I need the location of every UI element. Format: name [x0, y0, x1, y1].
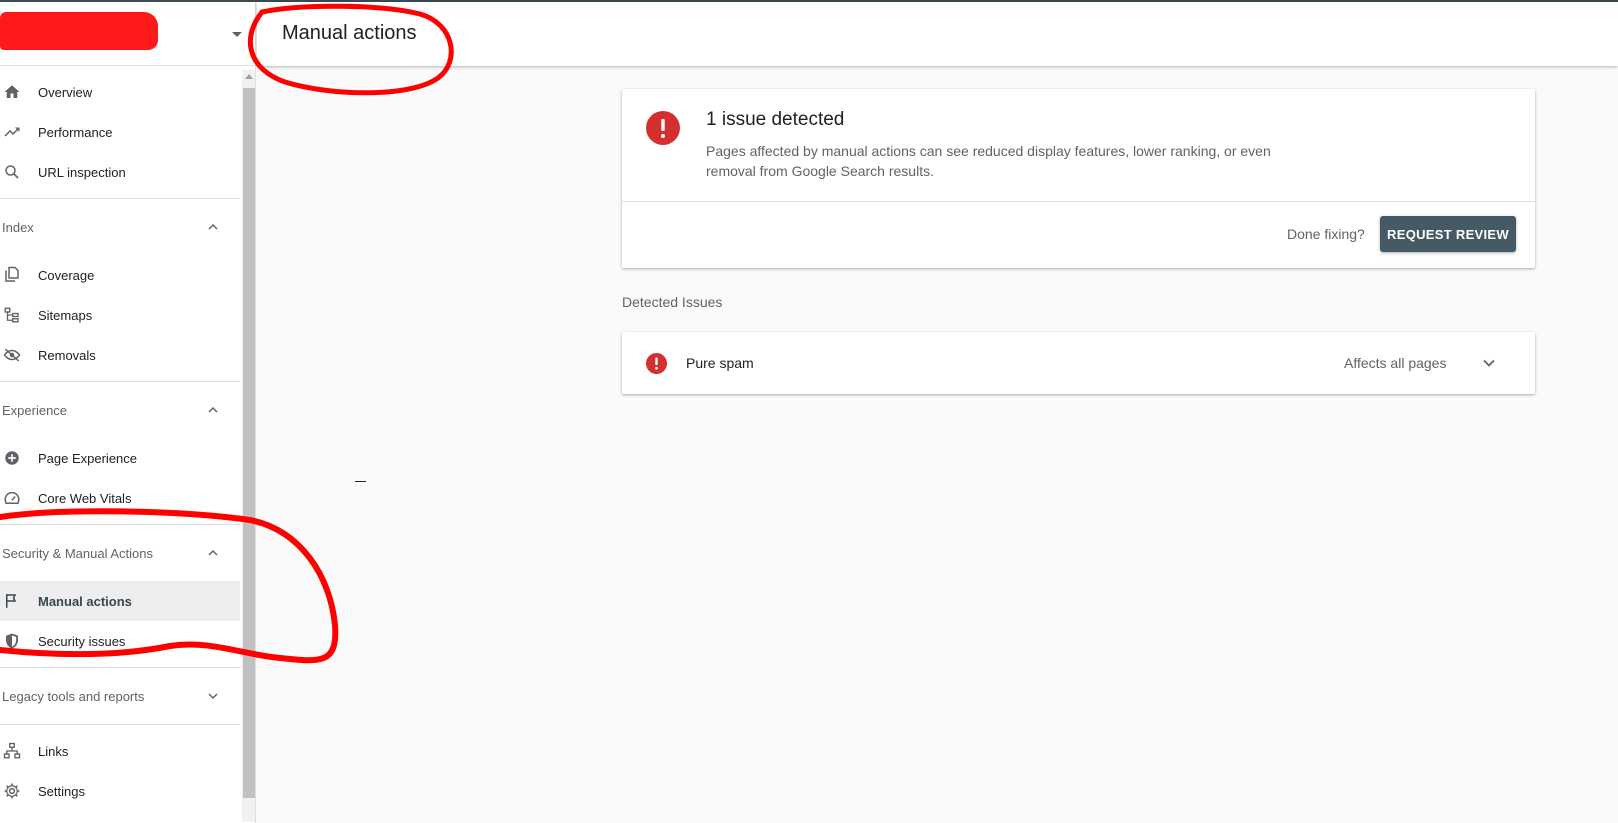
issue-actions: Done fixing? REQUEST REVIEW	[622, 202, 1535, 268]
dropdown-caret-icon[interactable]	[232, 32, 242, 37]
sidebar-item-settings[interactable]: Settings	[0, 771, 240, 811]
home-icon	[2, 82, 22, 102]
sidebar-item-performance[interactable]: Performance	[0, 112, 240, 152]
section-header-index[interactable]: Index	[0, 199, 240, 255]
sidebar: Overview Performance URL inspection Inde…	[0, 2, 256, 823]
sidebar-item-sitemaps[interactable]: Sitemaps	[0, 295, 240, 335]
chevron-up-icon	[208, 223, 218, 230]
redacted-property-name	[0, 12, 158, 50]
links-icon	[2, 741, 22, 761]
issue-name: Pure spam	[686, 355, 754, 371]
section-header-legacy[interactable]: Legacy tools and reports	[0, 668, 240, 724]
issue-count-title: 1 issue detected	[706, 109, 845, 130]
chevron-up-icon	[208, 406, 218, 413]
search-icon	[2, 162, 22, 182]
top-app-bar: Manual actions	[257, 2, 1618, 66]
scroll-up-arrow-icon[interactable]	[245, 74, 253, 79]
property-selector[interactable]	[0, 2, 255, 66]
sidebar-item-page-experience[interactable]: Page Experience	[0, 438, 240, 478]
scrollbar-thumb[interactable]	[243, 88, 255, 798]
request-review-button[interactable]: REQUEST REVIEW	[1380, 216, 1516, 252]
plus-circle-icon	[2, 448, 22, 468]
issue-description: Pages affected by manual actions can see…	[706, 143, 1271, 179]
sidebar-scrollbar[interactable]	[242, 70, 255, 822]
cursor-mark	[355, 481, 366, 482]
sidebar-item-removals[interactable]: Removals	[0, 335, 240, 375]
sidebar-item-coverage[interactable]: Coverage	[0, 255, 240, 295]
main-content: 1 issue detected Pages affected by manua…	[257, 66, 1618, 823]
gear-icon	[2, 781, 22, 801]
chevron-down-icon[interactable]	[1482, 356, 1496, 370]
section-header-security[interactable]: Security & Manual Actions	[0, 525, 240, 581]
nav-list: Overview Performance URL inspection Inde…	[0, 66, 255, 811]
issue-summary-card: 1 issue detected Pages affected by manua…	[622, 89, 1535, 268]
sidebar-item-overview[interactable]: Overview	[0, 72, 240, 112]
sitemap-icon	[2, 305, 22, 325]
sidebar-item-url-inspection[interactable]: URL inspection	[0, 152, 240, 192]
sidebar-item-security-issues[interactable]: Security issues	[0, 621, 240, 661]
speedometer-icon	[2, 488, 22, 508]
issue-scope: Affects all pages	[1344, 355, 1447, 371]
copy-icon	[2, 265, 22, 285]
eye-off-icon	[2, 345, 22, 365]
shield-icon	[2, 631, 22, 651]
error-alert-icon	[646, 353, 667, 374]
sidebar-item-manual-actions[interactable]: Manual actions	[0, 581, 240, 621]
flag-icon	[2, 591, 22, 611]
issue-row-pure-spam[interactable]: Pure spam Affects all pages	[622, 332, 1535, 394]
chevron-down-icon	[208, 693, 218, 700]
section-header-experience[interactable]: Experience	[0, 382, 240, 438]
trending-up-icon	[2, 122, 22, 142]
done-fixing-label: Done fixing?	[1287, 226, 1365, 242]
page-title: Manual actions	[282, 22, 417, 44]
chevron-up-icon	[208, 549, 218, 556]
detected-issues-heading: Detected Issues	[622, 294, 723, 310]
issue-summary-header: 1 issue detected Pages affected by manua…	[622, 89, 1535, 202]
sidebar-item-links[interactable]: Links	[0, 731, 240, 771]
error-alert-icon	[646, 111, 680, 145]
sidebar-item-core-web-vitals[interactable]: Core Web Vitals	[0, 478, 240, 518]
